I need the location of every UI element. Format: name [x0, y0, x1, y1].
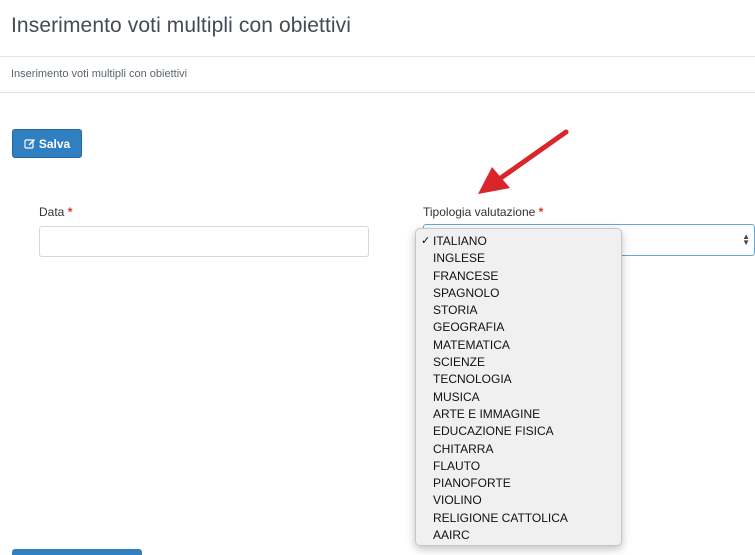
dropdown-option[interactable]: SPAGNOLO	[416, 285, 621, 302]
dropdown-option[interactable]: GEOGRAFIA	[416, 319, 621, 336]
tipologia-label: Tipologia valutazione *	[423, 205, 544, 219]
select-updown-icon: ▲ ▼	[742, 232, 750, 247]
dropdown-option[interactable]: ✓ ITALIANO	[416, 233, 621, 250]
dropdown-option[interactable]: AAIRC	[416, 527, 621, 544]
date-field[interactable]	[39, 226, 369, 257]
breadcrumb: Inserimento voti multipli con obiettivi	[0, 57, 755, 93]
bottom-button[interactable]	[12, 549, 142, 555]
required-star: *	[67, 205, 73, 219]
date-label: Data *	[39, 205, 73, 219]
dropdown-option-label: SCIENZE	[433, 355, 486, 370]
dropdown-option[interactable]: VIOLINO	[416, 492, 621, 509]
dropdown-option[interactable]: TECNOLOGIA	[416, 371, 621, 388]
dropdown-option[interactable]: FLAUTO	[416, 458, 621, 475]
dropdown-option[interactable]: SCIENZE	[416, 354, 621, 371]
dropdown-option-label: PIANOFORTE	[433, 476, 511, 491]
edit-icon	[24, 138, 36, 150]
page-title: Inserimento voti multipli con obiettivi	[11, 14, 352, 37]
dropdown-option[interactable]: FRANCESE	[416, 268, 621, 285]
dropdown-option-label: ARTE E IMMAGINE	[433, 406, 541, 421]
dropdown-option-label: RELIGIONE CATTOLICA	[433, 510, 568, 525]
check-icon: ✓	[421, 235, 431, 247]
dropdown-option[interactable]: ARTE E IMMAGINE	[416, 406, 621, 423]
dropdown-option-label: FRANCESE	[433, 268, 499, 283]
dropdown-option-label: STORIA	[433, 303, 478, 318]
dropdown-option-label: ITALIANO	[433, 234, 487, 248]
dropdown-option[interactable]: STORIA	[416, 302, 621, 319]
dropdown-option-label: FLAUTO	[433, 458, 481, 473]
dropdown-option-label: CHITARRA	[433, 441, 494, 456]
dropdown-option[interactable]: MUSICA	[416, 389, 621, 406]
dropdown-option[interactable]: RELIGIONE CATTOLICA	[416, 510, 621, 527]
dropdown-option[interactable]: PIANOFORTE	[416, 475, 621, 492]
save-button[interactable]: Salva	[12, 129, 82, 158]
dropdown-option-label: INGLESE	[433, 251, 486, 266]
dropdown-option-label: GEOGRAFIA	[433, 320, 505, 335]
dropdown-option-label: TECNOLOGIA	[433, 372, 512, 387]
tipologia-dropdown-menu[interactable]: ✓ ITALIANO INGLESE FRANCESE SPAGNOLO STORIA GE…	[415, 228, 622, 546]
annotation-arrow-icon	[478, 129, 569, 194]
dropdown-option[interactable]: EDUCAZIONE FISICA	[416, 423, 621, 440]
breadcrumb-item[interactable]: Inserimento voti multipli con obiettivi	[11, 68, 187, 80]
dropdown-option[interactable]: INGLESE	[416, 250, 621, 267]
page-header: Inserimento voti multipli con obiettivi	[0, 0, 755, 57]
dropdown-option[interactable]: CHITARRA	[416, 441, 621, 458]
required-star: *	[538, 205, 544, 219]
dropdown-option-label: VIOLINO	[433, 493, 482, 508]
save-button-label: Salva	[38, 136, 71, 151]
dropdown-option-label: EDUCAZIONE FISICA	[433, 424, 554, 439]
dropdown-option-label: MATEMATICA	[433, 337, 510, 352]
dropdown-option[interactable]: MATEMATICA	[416, 337, 621, 354]
dropdown-option-label: SPAGNOLO	[433, 285, 500, 300]
dropdown-option-label: MUSICA	[433, 389, 480, 404]
dropdown-option-label: AAIRC	[433, 528, 470, 543]
